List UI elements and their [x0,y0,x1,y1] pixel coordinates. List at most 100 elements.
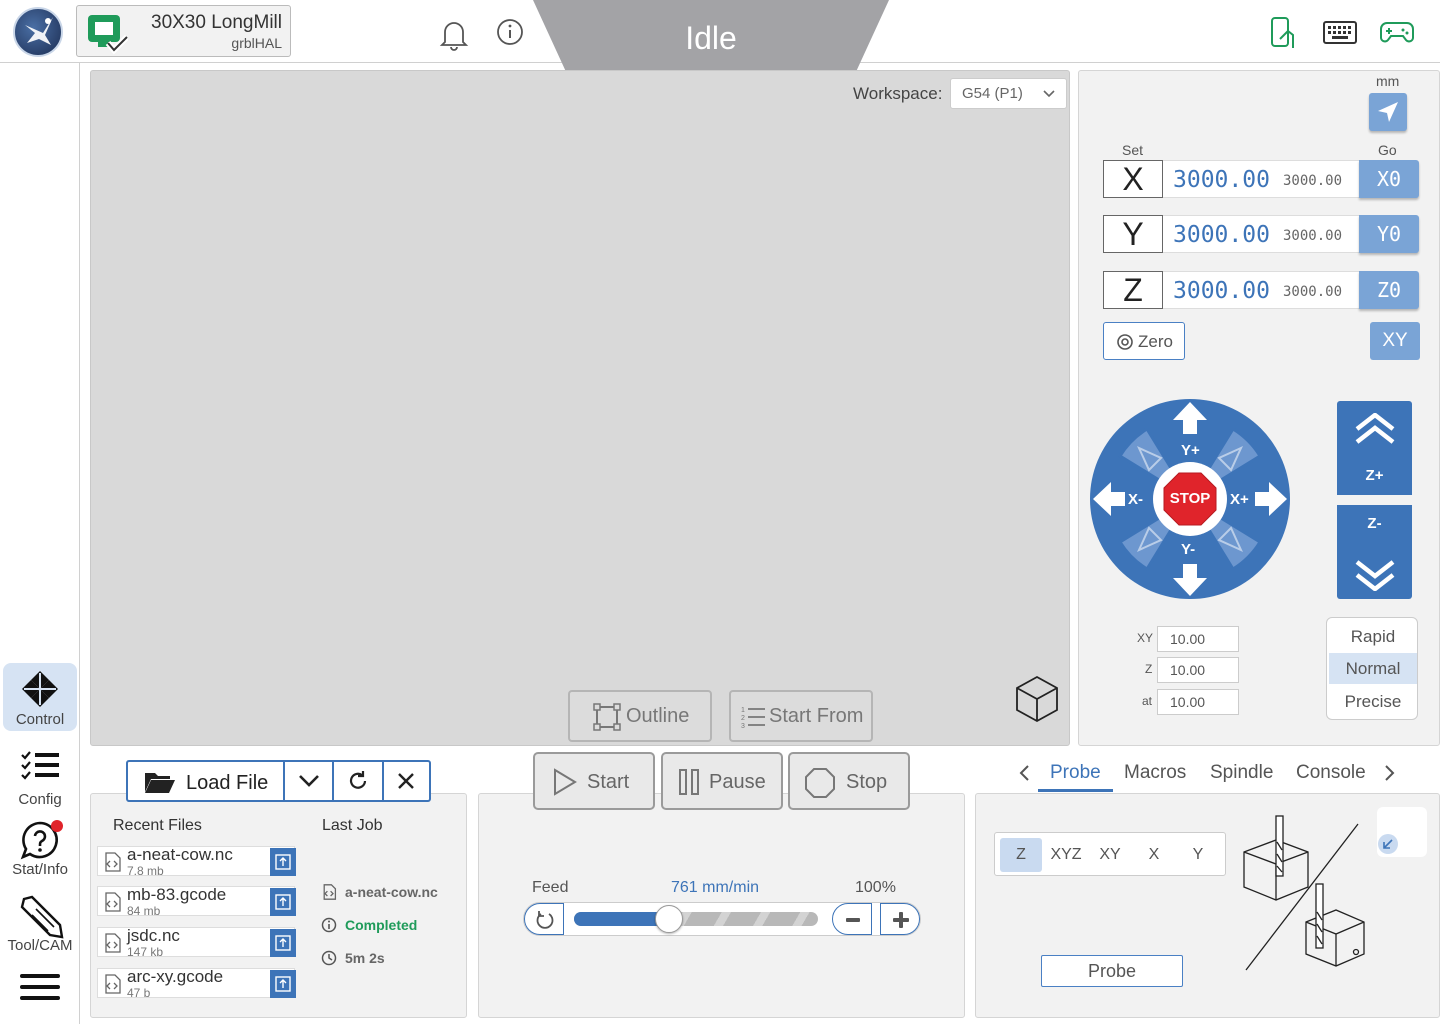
jog-x-plus-label[interactable]: X+ [1230,491,1249,508]
machine-selector[interactable]: 30X30 LongMill grblHAL [76,5,291,57]
z-position-field[interactable]: 3000.00 3000.00 [1163,271,1359,309]
jog-stop-button[interactable]: STOP [1162,471,1218,527]
pause-button[interactable]: Pause [661,752,783,810]
jog-z-minus-button[interactable]: Z- [1337,505,1412,599]
pause-label: Pause [709,771,766,793]
tab-probe[interactable]: Probe [1050,762,1101,784]
jog-x-minus-label[interactable]: X- [1128,491,1143,508]
svg-text:1: 1 [741,707,745,714]
stop-label: Stop [846,771,888,793]
tab-console[interactable]: Console [1296,762,1366,784]
recent-file-row[interactable]: mb-83.gcode 84 mb [97,885,296,918]
outline-icon [593,703,621,731]
go-xy-button[interactable]: XY [1370,322,1420,360]
stop-button[interactable]: Stop [788,752,910,810]
hamburger-menu-icon[interactable] [20,971,60,1008]
x-work-position: 3000.00 [1173,167,1270,193]
plus-icon [893,912,909,928]
svg-text:2: 2 [741,715,745,722]
feed-reset-button[interactable] [524,903,564,935]
active-tab-indicator [1038,789,1113,792]
probe-axis-xyz[interactable]: XYZ [1045,838,1087,872]
probe-button[interactable]: Probe [1041,955,1183,987]
load-recent-button[interactable] [270,929,296,957]
last-job-filename: a-neat-cow.nc [345,884,438,900]
code-file-icon [323,884,337,900]
feed-slider-thumb[interactable] [655,905,683,933]
recent-file-row[interactable]: jsdc.nc 147 kb [97,926,296,959]
probe-collapse-button[interactable] [1377,807,1427,857]
speed-precise[interactable]: Precise [1329,686,1417,717]
nav-stat-info[interactable]: Stat/Info [3,813,77,881]
bell-icon[interactable] [436,16,472,52]
top-bar: 30X30 LongMill grblHAL Idle [0,0,1440,74]
jog-z-minus-label: Z- [1367,515,1382,532]
gamepad-icon[interactable] [1379,18,1415,51]
recent-file-row[interactable]: arc-xy.gcode 47 b [97,967,296,1000]
set-z-button[interactable]: Z [1103,271,1163,309]
x-machine-position: 3000.00 [1283,173,1343,189]
tab-spindle[interactable]: Spindle [1210,762,1273,784]
probe-axis-x[interactable]: X [1133,838,1175,872]
x-position-field[interactable]: 3000.00 3000.00 [1163,160,1359,198]
feed-decrease-button[interactable] [832,903,872,935]
phone-remote-icon[interactable] [1268,15,1298,56]
set-x-button[interactable]: X [1103,160,1163,198]
jog-z-step-input[interactable]: 10.00 [1157,657,1239,683]
jog-feed-input[interactable]: 10.00 [1157,689,1239,715]
probe-axis-z[interactable]: Z [1000,838,1042,872]
notification-dot [51,820,63,832]
control-icon [22,671,58,707]
chevron-up-icon [1355,413,1395,444]
info-icon[interactable] [494,16,530,52]
nav-tool-cam[interactable]: Tool/CAM [3,889,77,957]
tabs-scroll-left-icon[interactable] [1018,764,1032,787]
feed-slider-track[interactable] [574,905,818,933]
load-file-label: Load File [186,772,269,794]
load-file-button[interactable]: Load File [128,762,283,800]
workspace-select[interactable]: G54 (P1) [950,78,1067,109]
jog-y-minus-label[interactable]: Y- [1181,541,1195,558]
jog-z-plus-button[interactable]: Z+ [1337,401,1412,495]
nav-control[interactable]: Control [3,663,77,731]
goto-button[interactable] [1369,93,1407,131]
load-recent-button[interactable] [270,888,296,916]
chevron-down-icon [1043,90,1055,98]
go-z0-button[interactable]: Z0 [1359,271,1419,309]
speed-normal[interactable]: Normal [1329,653,1417,684]
reload-file-button[interactable] [332,762,382,800]
probe-axis-y[interactable]: Y [1177,838,1219,872]
load-recent-button[interactable] [270,848,296,876]
jog-y-plus-label[interactable]: Y+ [1181,442,1200,459]
go-y0-button[interactable]: Y0 [1359,215,1419,253]
y-work-position: 3000.00 [1173,222,1270,248]
feed-increase-button[interactable] [880,903,920,935]
chevron-down-icon [299,775,319,787]
toolpath-visualizer[interactable]: Workspace: G54 (P1) Outline 123 Start Fr… [90,70,1070,746]
start-button[interactable]: Start [533,752,655,810]
jog-xy-step-input[interactable]: 10.00 [1157,626,1239,652]
clock-icon [321,950,337,966]
recent-file-row[interactable]: a-neat-cow.nc 7.8 mb [97,845,296,878]
folder-open-icon [145,773,175,793]
zero-all-button[interactable]: Zero [1103,322,1185,360]
go-x0-button[interactable]: X0 [1359,160,1419,198]
feed-label: Feed [532,879,569,896]
nav-config[interactable]: Config [3,743,77,811]
speed-rapid[interactable]: Rapid [1329,621,1417,652]
start-from-button[interactable]: 123 Start From [729,690,873,742]
outline-button[interactable]: Outline [568,690,712,742]
view-cube-icon[interactable] [1015,675,1059,728]
load-recent-button[interactable] [270,970,296,998]
upload-icon [275,935,291,951]
load-options-button[interactable] [283,762,332,800]
keyboard-icon[interactable] [1322,19,1358,52]
tab-macros[interactable]: Macros [1124,762,1186,784]
tabs-scroll-right-icon[interactable] [1382,764,1396,787]
reset-icon [536,911,554,929]
set-y-button[interactable]: Y [1103,215,1163,253]
y-position-field[interactable]: 3000.00 3000.00 [1163,215,1359,253]
close-file-button[interactable] [382,762,429,800]
probe-axis-xy[interactable]: XY [1089,838,1131,872]
job-control-panel: Feed 761 mm/min 100% [478,793,965,1018]
